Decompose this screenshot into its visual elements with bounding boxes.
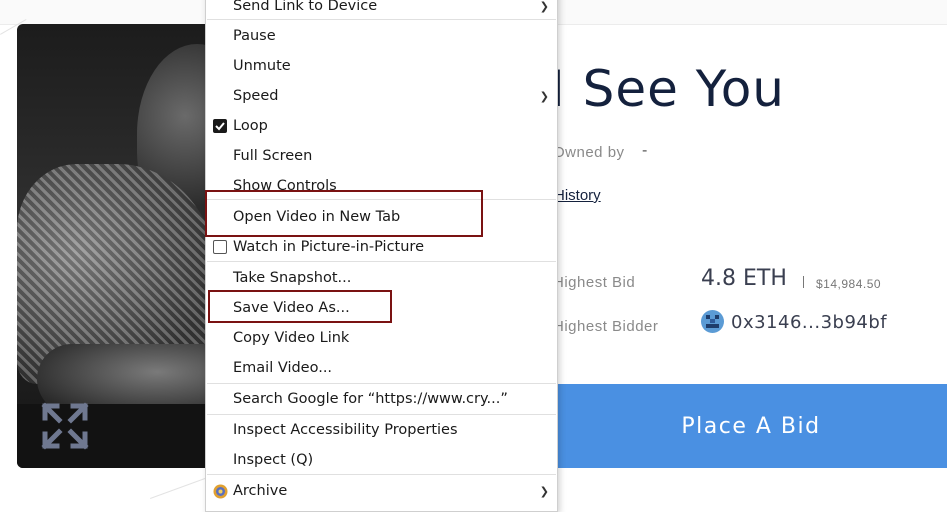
history-link[interactable]: History [554, 187, 601, 204]
menu-separator [207, 199, 556, 200]
chevron-right-icon: ❯ [539, 484, 549, 498]
menu-item-label: Inspect Accessibility Properties [233, 422, 458, 438]
menu-item-label: Pause [233, 28, 276, 44]
menu-item-open-video-in-new-tab[interactable]: Open Video in New Tab [206, 203, 557, 231]
menu-item-label: Show Controls [233, 178, 337, 194]
menu-item-label: Inspect (Q) [233, 452, 314, 468]
menu-item-label: Copy Video Link [233, 330, 350, 346]
chevron-right-icon: ❯ [539, 89, 549, 103]
owned-by-label: Owned by [553, 144, 625, 161]
checkbox-unchecked-icon[interactable] [213, 240, 227, 254]
menu-item-inspect[interactable]: Inspect (Q) [206, 446, 557, 474]
highest-bid-label: Highest Bid [553, 274, 636, 291]
menu-item-copy-video-link[interactable]: Copy Video Link [206, 324, 557, 352]
menu-item-full-screen[interactable]: Full Screen [206, 142, 557, 170]
menu-separator [207, 19, 556, 20]
highest-bidder-label: Highest Bidder [553, 318, 659, 335]
expand-arrows-icon[interactable] [41, 402, 89, 450]
archive-extension-icon [213, 484, 228, 499]
highest-bidder-address: 0x3146...3b94bf [731, 312, 888, 333]
highest-bid-value: 4.8 ETH [701, 266, 787, 291]
menu-item-label: Watch in Picture-in-Picture [233, 239, 424, 255]
video-player[interactable] [17, 24, 217, 468]
menu-item-label: Take Snapshot... [233, 270, 352, 286]
context-menu: Send Link to Device ❯ Pause Unmute Speed… [205, 0, 558, 512]
menu-item-show-controls[interactable]: Show Controls [206, 172, 557, 200]
menu-item-label: Search Google for “https://www.cry...” [233, 391, 508, 407]
menu-item-search-google[interactable]: Search Google for “https://www.cry...” [206, 385, 557, 413]
bidder-avatar-icon [701, 310, 724, 333]
menu-item-label: Email Video... [233, 360, 333, 376]
menu-item-label: Full Screen [233, 148, 313, 164]
menu-separator [207, 383, 556, 384]
menu-separator [207, 474, 556, 475]
highest-bid-usd: $14,984.50 [816, 277, 882, 291]
place-bid-button[interactable]: Place A Bid [555, 384, 947, 468]
menu-item-label: Open Video in New Tab [233, 209, 401, 225]
bid-divider [803, 276, 804, 288]
menu-item-speed[interactable]: Speed ❯ [206, 82, 557, 110]
menu-separator [207, 261, 556, 262]
menu-item-label: Unmute [233, 58, 291, 74]
menu-item-picture-in-picture[interactable]: Watch in Picture-in-Picture [206, 233, 557, 261]
menu-item-label: Archive [233, 483, 288, 499]
menu-item-save-video-as[interactable]: Save Video As... [206, 294, 557, 322]
menu-item-label: Send Link to Device [233, 0, 378, 14]
menu-item-loop[interactable]: Loop [206, 112, 557, 140]
menu-item-label: Speed [233, 88, 279, 104]
menu-item-pause[interactable]: Pause [206, 22, 557, 50]
menu-item-take-snapshot[interactable]: Take Snapshot... [206, 264, 557, 292]
menu-item-archive[interactable]: Archive ❯ [206, 477, 557, 505]
page-title: I See You [550, 60, 785, 118]
menu-item-unmute[interactable]: Unmute [206, 52, 557, 80]
menu-item-label: Save Video As... [233, 300, 350, 316]
menu-item-inspect-accessibility[interactable]: Inspect Accessibility Properties [206, 416, 557, 444]
chevron-right-icon: ❯ [539, 0, 549, 13]
menu-separator [207, 414, 556, 415]
menu-item-send-link-to-device[interactable]: Send Link to Device ❯ [206, 0, 557, 20]
owned-by-value: - [642, 142, 648, 159]
menu-item-label: Loop [233, 118, 268, 134]
menu-item-email-video[interactable]: Email Video... [206, 354, 557, 382]
checkbox-checked-icon[interactable] [213, 119, 227, 133]
